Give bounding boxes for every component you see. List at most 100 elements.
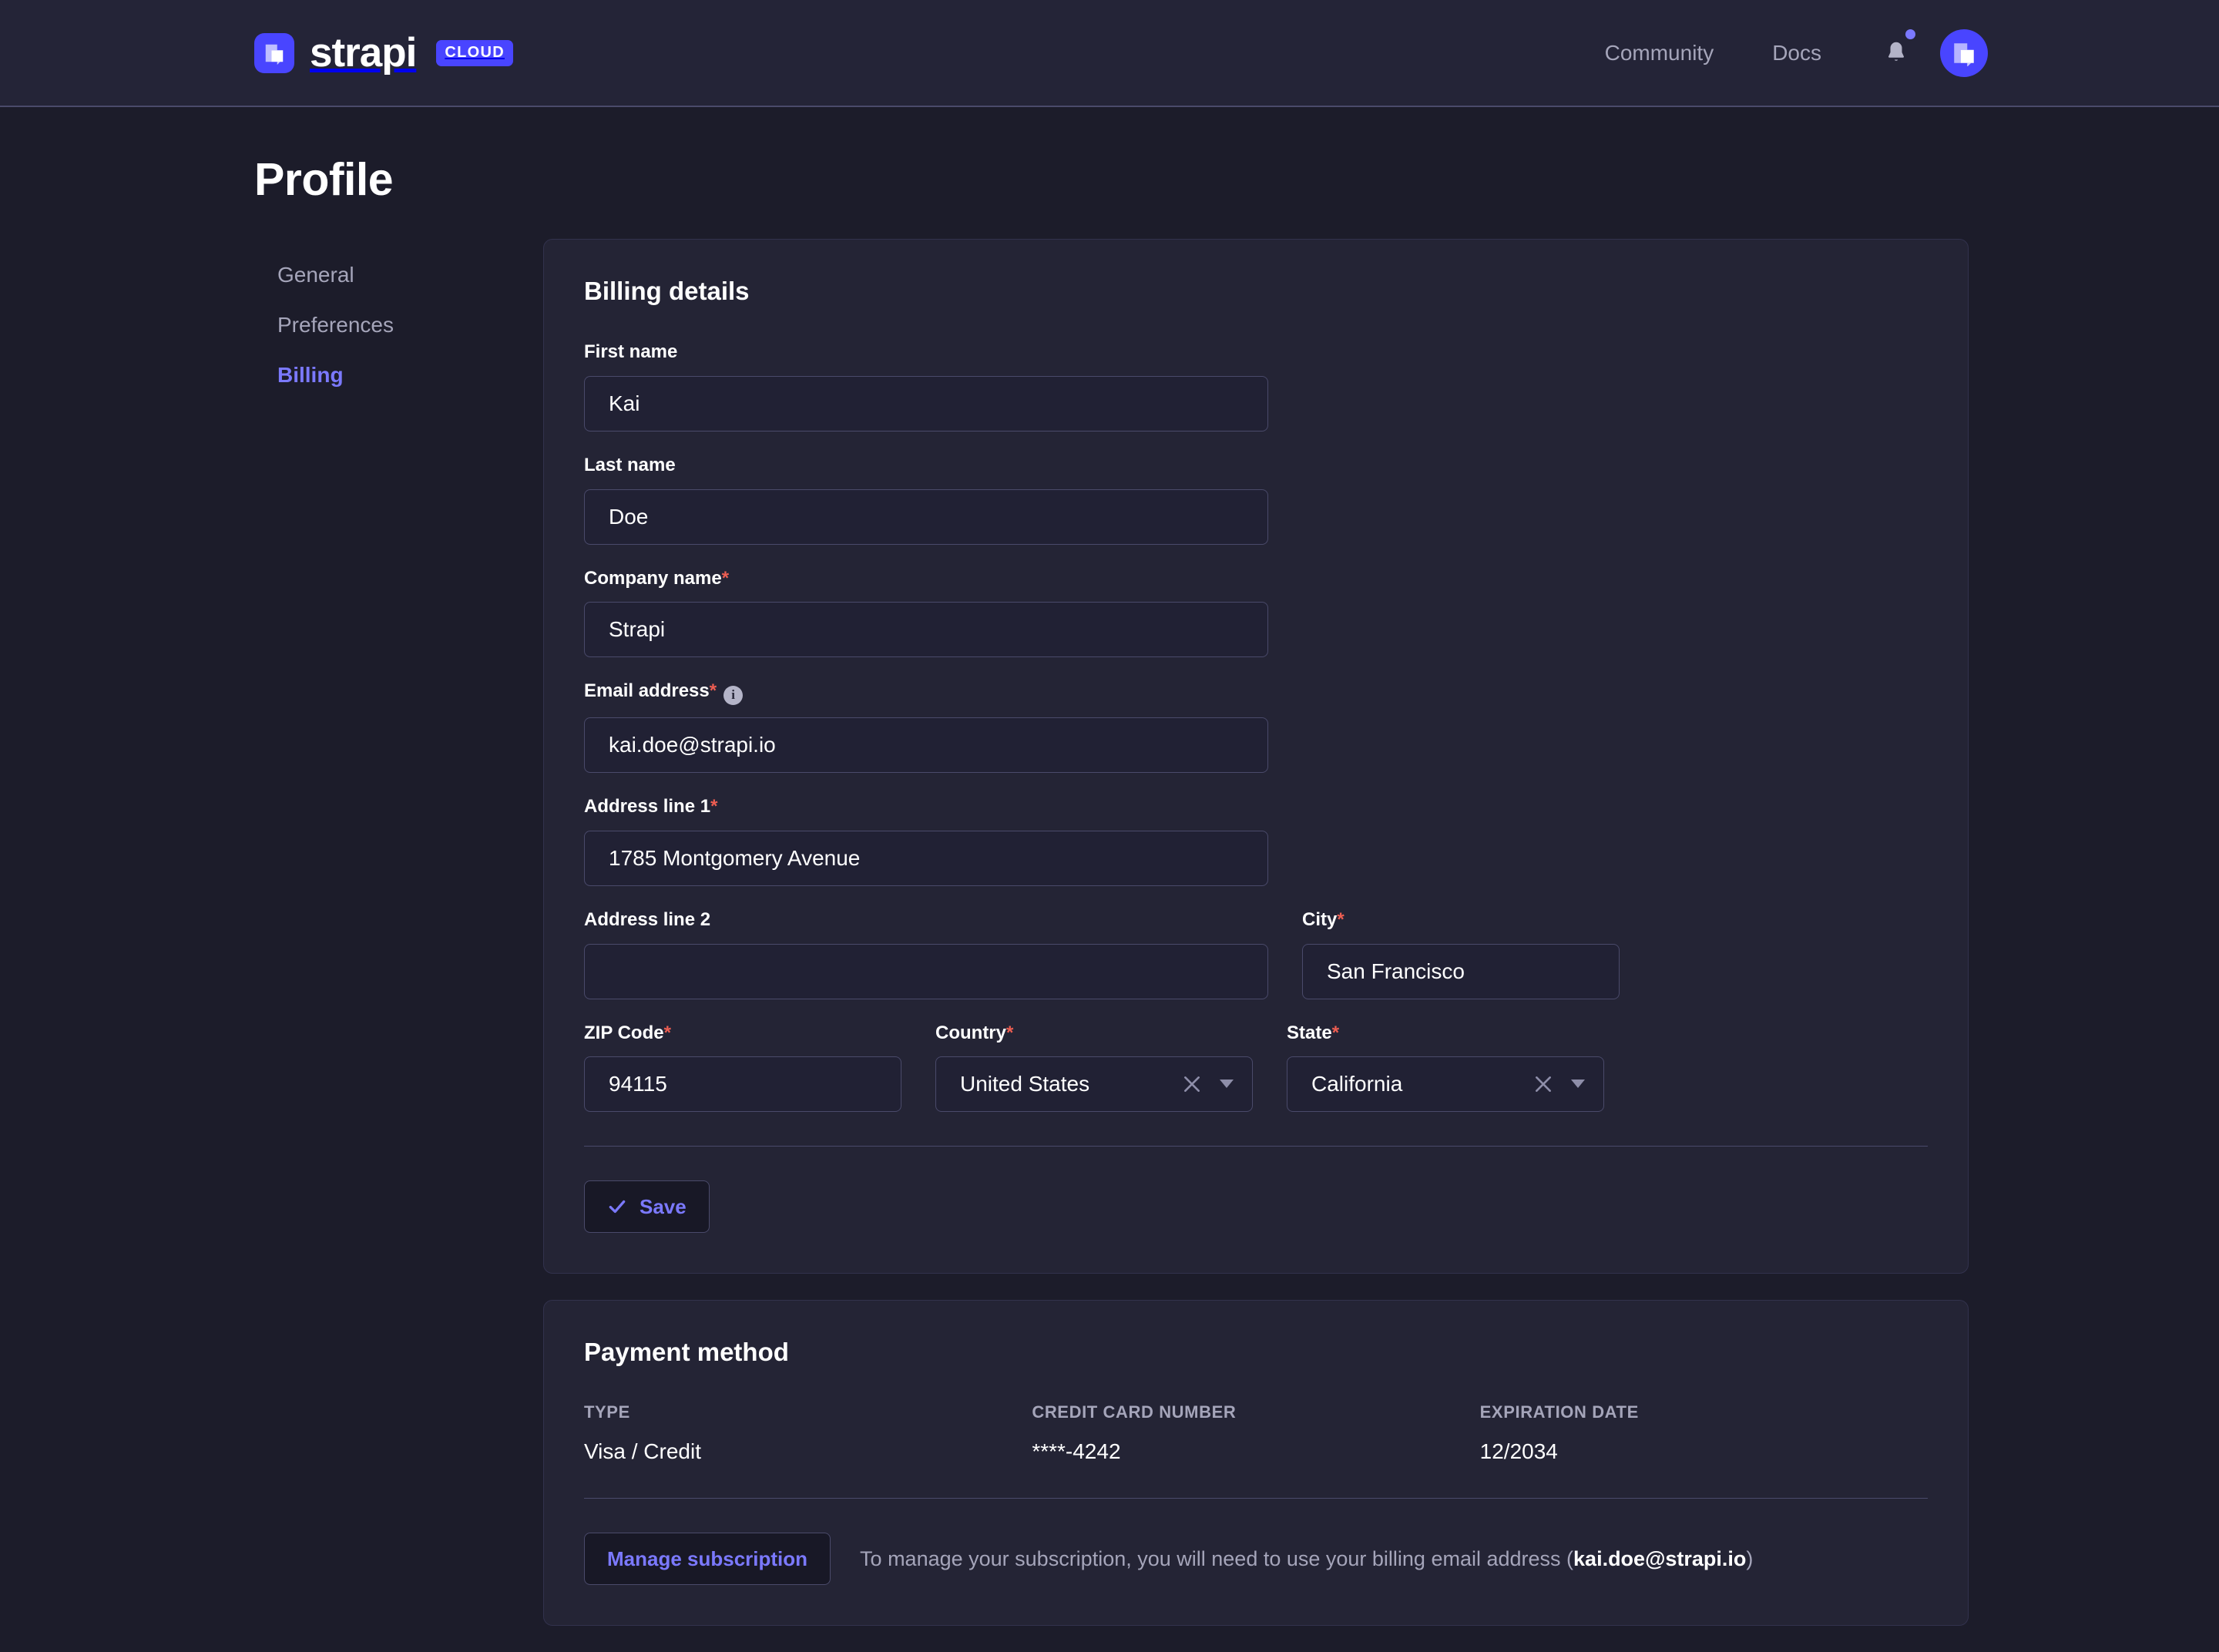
note-prefix: To manage your subscription, you will ne… — [860, 1547, 1573, 1570]
label-first-name: First name — [584, 341, 1268, 364]
last-name-input[interactable] — [584, 489, 1268, 545]
billing-details-card: Billing details First name Last name — [543, 239, 1969, 1274]
field-address-line-1: Address line 1* — [584, 796, 1268, 886]
chevron-down-icon[interactable] — [1568, 1074, 1588, 1094]
user-avatar[interactable] — [1940, 29, 1988, 77]
required-marker: * — [710, 796, 717, 817]
payment-method-details: TYPE Visa / Credit CREDIT CARD NUMBER **… — [584, 1402, 1928, 1464]
clear-icon[interactable] — [1529, 1070, 1557, 1098]
profile-sidebar: General Preferences Billing — [254, 239, 543, 401]
card-number-label: CREDIT CARD NUMBER — [1032, 1402, 1479, 1422]
brand-logo-link[interactable]: strapi CLOUD — [254, 32, 513, 73]
payment-type-value: Visa / Credit — [584, 1439, 1032, 1464]
save-row: Save — [584, 1180, 1928, 1233]
label-state: State* — [1287, 1022, 1604, 1045]
required-marker: * — [1332, 1022, 1339, 1043]
field-address-line-2: Address line 2 — [584, 909, 1268, 999]
field-email-address: Email address* i — [584, 680, 1268, 773]
nav-link-community[interactable]: Community — [1576, 41, 1744, 65]
required-marker: * — [722, 568, 729, 589]
country-select-value: United States — [960, 1072, 1178, 1096]
save-button-label: Save — [640, 1195, 687, 1219]
label-zip-code: ZIP Code* — [584, 1022, 901, 1045]
payment-type-column: TYPE Visa / Credit — [584, 1402, 1032, 1464]
cloud-badge: CLOUD — [436, 40, 513, 66]
address-line-2-input[interactable] — [584, 944, 1268, 999]
profile-content: Billing details First name Last name — [543, 239, 1969, 1652]
billing-email-note: To manage your subscription, you will ne… — [860, 1547, 1753, 1571]
first-name-input[interactable] — [584, 376, 1268, 431]
label-text: Last name — [584, 455, 676, 475]
field-zip-code: ZIP Code* — [584, 1022, 901, 1113]
billing-form: First name Last name Company name* — [584, 341, 1928, 1135]
required-marker: * — [1006, 1022, 1013, 1043]
user-avatar-icon — [1951, 40, 1977, 66]
sidebar-item-billing[interactable]: Billing — [254, 351, 543, 401]
brand-wordmark: strapi — [310, 32, 416, 73]
zip-code-input[interactable] — [584, 1056, 901, 1112]
label-text: Company name — [584, 568, 722, 589]
page-body: Profile General Preferences Billing Bill… — [0, 153, 2219, 1652]
field-company-name: Company name* — [584, 568, 1268, 658]
manage-subscription-row: Manage subscription To manage your subsc… — [584, 1498, 1928, 1585]
card-number-column: CREDIT CARD NUMBER ****-4242 — [1032, 1402, 1479, 1464]
label-city: City* — [1302, 909, 1620, 932]
label-country: Country* — [935, 1022, 1253, 1045]
chevron-down-icon[interactable] — [1217, 1074, 1237, 1094]
form-divider — [584, 1146, 1928, 1147]
payment-method-title: Payment method — [584, 1338, 1928, 1367]
billing-details-title: Billing details — [584, 277, 1928, 306]
field-last-name: Last name — [584, 455, 1268, 545]
manage-subscription-button[interactable]: Manage subscription — [584, 1533, 831, 1585]
label-text: City — [1302, 909, 1337, 930]
field-city: City* — [1302, 909, 1620, 999]
required-marker: * — [664, 1022, 671, 1043]
company-name-input[interactable] — [584, 602, 1268, 657]
field-state: State* California — [1287, 1022, 1604, 1113]
state-select[interactable]: California — [1287, 1056, 1604, 1112]
notification-dot-badge — [1905, 29, 1915, 39]
expiration-date-label: EXPIRATION DATE — [1480, 1402, 1928, 1422]
label-email-address: Email address* i — [584, 680, 1268, 705]
label-address-line-1: Address line 1* — [584, 796, 1268, 818]
label-text: ZIP Code — [584, 1022, 664, 1043]
field-country: Country* United States — [935, 1022, 1253, 1113]
expiration-date-column: EXPIRATION DATE 12/2034 — [1480, 1402, 1928, 1464]
payment-type-label: TYPE — [584, 1402, 1032, 1422]
note-email: kai.doe@strapi.io — [1573, 1547, 1746, 1570]
check-icon — [607, 1197, 627, 1217]
required-marker: * — [710, 680, 717, 701]
field-first-name: First name — [584, 341, 1268, 431]
state-select-value: California — [1311, 1072, 1529, 1096]
label-company-name: Company name* — [584, 568, 1268, 590]
label-last-name: Last name — [584, 455, 1268, 477]
notifications-button[interactable] — [1851, 40, 1934, 65]
city-input[interactable] — [1302, 944, 1620, 999]
sidebar-item-general[interactable]: General — [254, 250, 543, 301]
country-select[interactable]: United States — [935, 1056, 1253, 1112]
nav-link-docs[interactable]: Docs — [1743, 41, 1851, 65]
info-icon[interactable]: i — [723, 686, 743, 705]
label-text: Email address — [584, 680, 710, 701]
strapi-logo-icon — [254, 33, 294, 73]
top-navigation-bar: strapi CLOUD Community Docs — [0, 0, 2219, 107]
email-address-input[interactable] — [584, 717, 1268, 773]
profile-layout: General Preferences Billing Billing deta… — [254, 239, 2219, 1652]
label-text: Address line 1 — [584, 796, 710, 817]
save-button[interactable]: Save — [584, 1180, 710, 1233]
expiration-date-value: 12/2034 — [1480, 1439, 1928, 1464]
card-number-value: ****-4242 — [1032, 1439, 1479, 1464]
address-line-1-input[interactable] — [584, 831, 1268, 886]
label-text: State — [1287, 1022, 1332, 1043]
label-text: First name — [584, 341, 677, 362]
label-text: Country — [935, 1022, 1006, 1043]
manage-subscription-label: Manage subscription — [607, 1547, 807, 1571]
payment-method-card: Payment method TYPE Visa / Credit CREDIT… — [543, 1300, 1969, 1626]
note-suffix: ) — [1746, 1547, 1753, 1570]
clear-icon[interactable] — [1178, 1070, 1206, 1098]
sidebar-item-preferences[interactable]: Preferences — [254, 301, 543, 351]
label-text: Address line 2 — [584, 909, 710, 930]
header-nav: Community Docs — [1576, 29, 1988, 77]
required-marker: * — [1337, 909, 1344, 930]
label-address-line-2: Address line 2 — [584, 909, 1268, 932]
